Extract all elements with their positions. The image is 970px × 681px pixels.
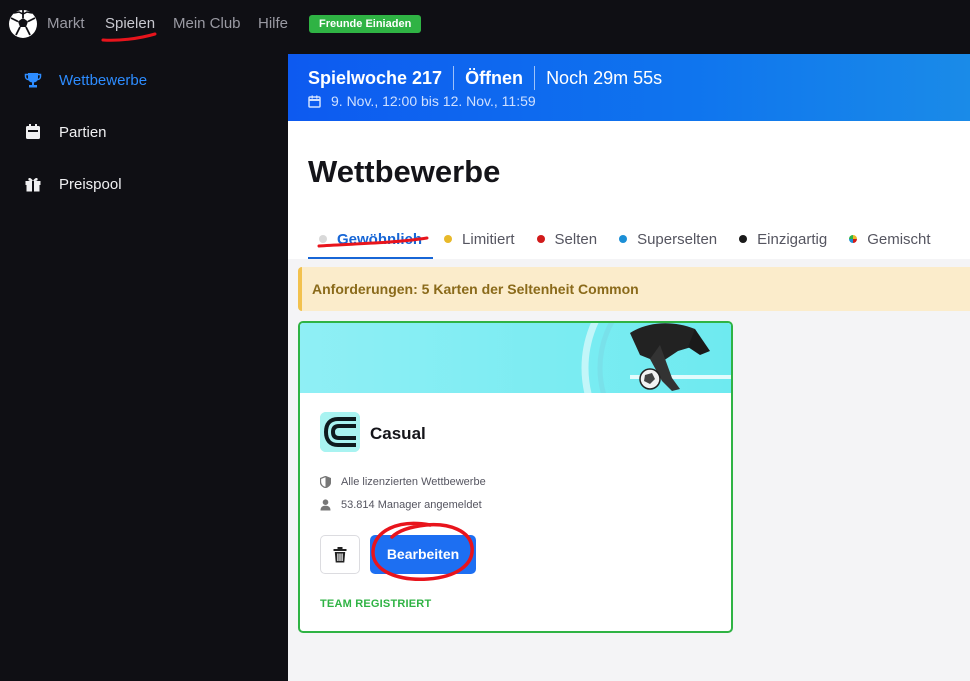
trash-icon bbox=[333, 546, 347, 562]
managers-count-row: 53.814 Manager angemeldet bbox=[320, 499, 482, 511]
tab-label: Superselten bbox=[637, 230, 718, 248]
competition-scope-row: Alle lizenzierten Wettbewerbe bbox=[320, 476, 486, 488]
calendar-icon bbox=[308, 95, 321, 108]
sidebar-item-label: Partien bbox=[59, 123, 107, 141]
rarity-dot-icon bbox=[739, 235, 748, 243]
calendar-icon bbox=[26, 124, 40, 139]
main-content: Spielwoche 217 Öffnen Noch 29m 55s 9. No… bbox=[288, 54, 970, 681]
gameweek-status: Öffnen bbox=[465, 67, 524, 88]
sidebar-item-label: Wettbewerbe bbox=[59, 71, 148, 89]
sidebar-item-partien[interactable]: Partien bbox=[24, 120, 107, 144]
registration-status: TEAM REGISTRIERT bbox=[320, 598, 432, 610]
rarity-dot-icon bbox=[849, 235, 858, 243]
nav-link-markt[interactable]: Markt bbox=[47, 15, 85, 32]
tab-gemischt[interactable]: Gemischt bbox=[838, 225, 941, 253]
sidebar-item-label: Preispool bbox=[59, 175, 122, 193]
tab-label: Limitiert bbox=[462, 230, 515, 248]
tab-gewoehnlich[interactable]: Gewöhnlich bbox=[308, 225, 434, 259]
user-icon bbox=[320, 499, 331, 511]
invite-friends-button[interactable]: Freunde Einiaden bbox=[309, 15, 422, 33]
nav-link-hilfe[interactable]: Hilfe bbox=[258, 15, 288, 32]
gameweek-header: Spielwoche 217 Öffnen Noch 29m 55s bbox=[308, 66, 662, 90]
nav-link-mein-club[interactable]: Mein Club bbox=[173, 15, 241, 32]
competition-scope: Alle lizenzierten Wettbewerbe bbox=[341, 476, 486, 488]
delete-lineup-button[interactable] bbox=[320, 535, 360, 574]
card-header-image bbox=[300, 323, 731, 393]
trophy-icon bbox=[24, 73, 42, 88]
edit-lineup-button[interactable]: Bearbeiten bbox=[370, 535, 476, 574]
sidebar-item-preispool[interactable]: Preispool bbox=[24, 172, 122, 196]
page-title: Wettbewerbe bbox=[308, 154, 501, 189]
page-header: Wettbewerbe Gewöhnlich Limitiert Selten … bbox=[288, 121, 970, 259]
managers-count: 53.814 Manager angemeldet bbox=[341, 499, 482, 511]
gameweek-banner: Spielwoche 217 Öffnen Noch 29m 55s 9. No… bbox=[288, 54, 970, 121]
top-navigation: Markt Spielen Mein Club Hilfe Freunde Ei… bbox=[0, 0, 970, 54]
shield-icon bbox=[320, 476, 331, 488]
competition-card[interactable]: Casual Alle lizenzierten Wettbewerbe 53.… bbox=[298, 321, 733, 633]
sidebar: Wettbewerbe Partien Preispool bbox=[0, 54, 288, 681]
gameweek-number: Spielwoche 217 bbox=[308, 67, 443, 88]
gift-icon bbox=[25, 178, 41, 192]
app-root: Markt Spielen Mein Club Hilfe Freunde Ei… bbox=[0, 0, 970, 681]
tab-superselten[interactable]: Superselten bbox=[608, 225, 728, 253]
rarity-dot-icon bbox=[619, 235, 628, 243]
tab-einzigartig[interactable]: Einzigartig bbox=[728, 225, 838, 253]
tab-label: Gewöhnlich bbox=[337, 230, 423, 248]
player-kicking-illustration bbox=[581, 323, 731, 393]
gameweek-dates-row: 9. Nov., 12:00 bis 12. Nov., 11:59 bbox=[308, 93, 536, 109]
gameweek-dates: 9. Nov., 12:00 bis 12. Nov., 11:59 bbox=[331, 93, 536, 109]
tab-label: Einzigartig bbox=[757, 230, 828, 248]
soccer-ball-logo-icon[interactable] bbox=[8, 9, 38, 39]
requirements-notice: Anforderungen: 5 Karten der Seltenheit C… bbox=[298, 267, 970, 311]
tab-selten[interactable]: Selten bbox=[526, 225, 609, 253]
nav-link-spielen[interactable]: Spielen bbox=[105, 15, 155, 32]
sidebar-item-wettbewerbe[interactable]: Wettbewerbe bbox=[24, 68, 147, 92]
divider bbox=[453, 66, 455, 90]
rarity-tabs: Gewöhnlich Limitiert Selten Superselten … bbox=[308, 225, 942, 259]
divider bbox=[534, 66, 536, 90]
tab-label: Gemischt bbox=[867, 230, 931, 248]
casual-competition-logo-icon bbox=[320, 412, 360, 452]
tab-limitiert[interactable]: Limitiert bbox=[433, 225, 526, 253]
rarity-dot-icon bbox=[536, 235, 545, 243]
tab-label: Selten bbox=[554, 230, 598, 248]
competition-title: Casual bbox=[370, 424, 426, 443]
rarity-dot-icon bbox=[444, 235, 453, 243]
rarity-dot-icon bbox=[319, 235, 327, 243]
gameweek-countdown: Noch 29m 55s bbox=[546, 67, 663, 88]
